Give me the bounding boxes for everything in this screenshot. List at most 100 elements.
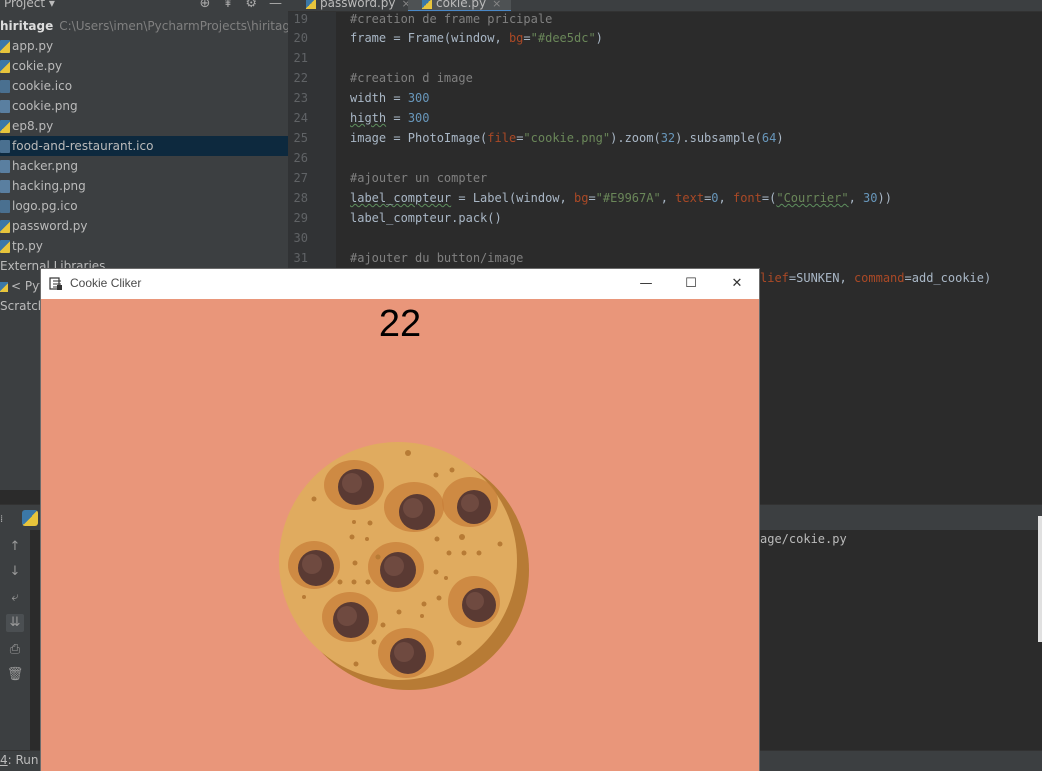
code-token: 30	[863, 191, 878, 205]
arrow-down-icon[interactable]: ↓	[6, 563, 24, 581]
code-token: = Label(window,	[451, 191, 574, 205]
code-token: =	[588, 191, 596, 205]
file-item[interactable]: tp.py	[0, 236, 288, 256]
image-file-icon	[0, 159, 10, 173]
python-file-icon	[0, 239, 10, 253]
file-item[interactable]: cookie.ico	[0, 76, 288, 96]
python-run-config-icon[interactable]	[22, 510, 38, 526]
file-item[interactable]: logo.pg.ico	[0, 196, 288, 216]
file-item[interactable]: ep8.py	[0, 116, 288, 136]
code-line-27: #ajouter un compter	[350, 168, 487, 188]
file-item[interactable]: hacking.png	[0, 176, 288, 196]
line-number-gutter: 19 20 21 22 23 24 25 26 27 28 29 30 31	[288, 12, 336, 290]
cookie-button[interactable]	[274, 437, 531, 694]
file-name: cookie.ico	[12, 79, 73, 93]
project-root[interactable]: hiritage C:\Users\imen\PycharmProjects\hi…	[0, 16, 288, 36]
python-file-icon	[0, 119, 10, 133]
soft-wrap-icon[interactable]: ⤶	[6, 589, 24, 607]
code-line-22: #creation d image	[350, 68, 473, 88]
code-line-23: width = 300	[350, 88, 430, 108]
cookie-counter-label: 22	[378, 303, 422, 345]
line-number: 22	[293, 71, 308, 85]
project-root-name: hiritage	[0, 19, 54, 33]
gear-icon[interactable]: ⚙	[245, 0, 257, 11]
trash-icon[interactable]: 🗑	[6, 666, 24, 684]
file-item[interactable]: app.py	[0, 36, 288, 56]
file-item[interactable]: hacker.png	[0, 156, 288, 176]
window-titlebar[interactable]: Cookie Cliker — ☐ ✕	[41, 269, 759, 299]
code-token: ,	[660, 191, 676, 205]
run-tab-label: : Run	[7, 753, 39, 767]
code-token: ,	[848, 191, 864, 205]
code-line-29: label_compteur.pack()	[350, 208, 502, 228]
image-file-icon	[0, 179, 10, 193]
close-button[interactable]: ✕	[714, 269, 760, 299]
locate-icon[interactable]: ⊕	[200, 0, 211, 11]
code-token: ).zoom(	[610, 131, 661, 145]
code-token: font	[732, 191, 762, 205]
code-token: )	[595, 31, 603, 45]
line-number: 21	[293, 51, 308, 65]
comment: #ajouter un compter	[350, 171, 488, 185]
line-number: 30	[293, 231, 308, 245]
ico-file-icon	[0, 199, 10, 213]
run-tool-window-button[interactable]: 4: Run	[0, 753, 39, 767]
code-token: "#dee5dc"	[530, 31, 596, 45]
console-output: age/cokie.py	[760, 532, 847, 546]
code-line-24: higth = 300	[350, 108, 430, 128]
line-number: 25	[293, 131, 308, 145]
hide-icon[interactable]: —	[269, 0, 282, 11]
ico-file-icon	[0, 139, 10, 153]
code-token: 64	[761, 131, 777, 145]
project-view-selector[interactable]: Project ▾	[4, 0, 55, 10]
image-file-icon	[0, 99, 10, 113]
line-number: 31	[293, 251, 308, 265]
code-token: image = PhotoImage(	[350, 131, 488, 145]
python-file-icon	[306, 0, 316, 9]
code-token: "cookie.png"	[523, 131, 611, 145]
file-item[interactable]: food-and-restaurant.ico	[0, 136, 288, 156]
code-token: 300	[407, 91, 430, 105]
line-number: 26	[293, 151, 308, 165]
arrow-up-icon[interactable]: ↑	[6, 538, 24, 556]
python-file-icon	[0, 39, 10, 53]
cookie-cliker-window: Cookie Cliker — ☐ ✕ 22	[40, 268, 760, 771]
file-item[interactable]: password.py	[0, 216, 288, 236]
code-token: bg	[508, 31, 524, 45]
line-number: 23	[293, 91, 308, 105]
window-title: Cookie Cliker	[70, 276, 142, 290]
line-number: 24	[293, 111, 308, 125]
code-token: text	[675, 191, 705, 205]
code-token: bg	[573, 191, 589, 205]
python-file-icon	[0, 59, 10, 73]
line-number: 27	[293, 171, 308, 185]
run-toolbar: ↑ ↓ ⤶ ⇊ ⎙ 🗑	[0, 530, 30, 750]
panel-options-icon[interactable]: ⁞	[0, 514, 3, 525]
minimize-button[interactable]: —	[623, 269, 669, 299]
code-line-32: lief=SUNKEN, command=add_cookie)	[760, 268, 991, 288]
file-item[interactable]: cokie.py	[0, 56, 288, 76]
code-line-20: frame = Frame(window, bg="#dee5dc")	[350, 28, 603, 48]
print-icon[interactable]: ⎙	[6, 641, 24, 659]
code-token: label_compteur	[350, 191, 452, 205]
file-name: logo.pg.ico	[12, 199, 78, 213]
code-token: =	[386, 111, 408, 125]
code-token: higth	[350, 111, 387, 125]
maximize-button[interactable]: ☐	[668, 269, 714, 299]
scrollbar[interactable]	[1038, 516, 1042, 642]
code-token: )	[776, 131, 784, 145]
code-token: ))	[877, 191, 892, 205]
code-token: command	[853, 271, 905, 285]
collapse-icon[interactable]: ⇞	[222, 0, 233, 11]
code-token: frame = Frame(window,	[350, 31, 509, 45]
code-token: =SUNKEN,	[788, 271, 854, 285]
file-name: food-and-restaurant.ico	[12, 139, 154, 153]
scroll-to-end-icon[interactable]: ⇊	[6, 614, 24, 632]
file-name: ep8.py	[12, 119, 54, 133]
code-token: 300	[407, 111, 430, 125]
file-item[interactable]: cookie.png	[0, 96, 288, 116]
python-file-icon	[0, 219, 10, 233]
project-root-path: C:\Users\imen\PycharmProjects\hiritage	[59, 19, 288, 33]
code-line-31: #ajouter du button/image	[350, 248, 523, 268]
code-token: ,	[718, 191, 733, 205]
